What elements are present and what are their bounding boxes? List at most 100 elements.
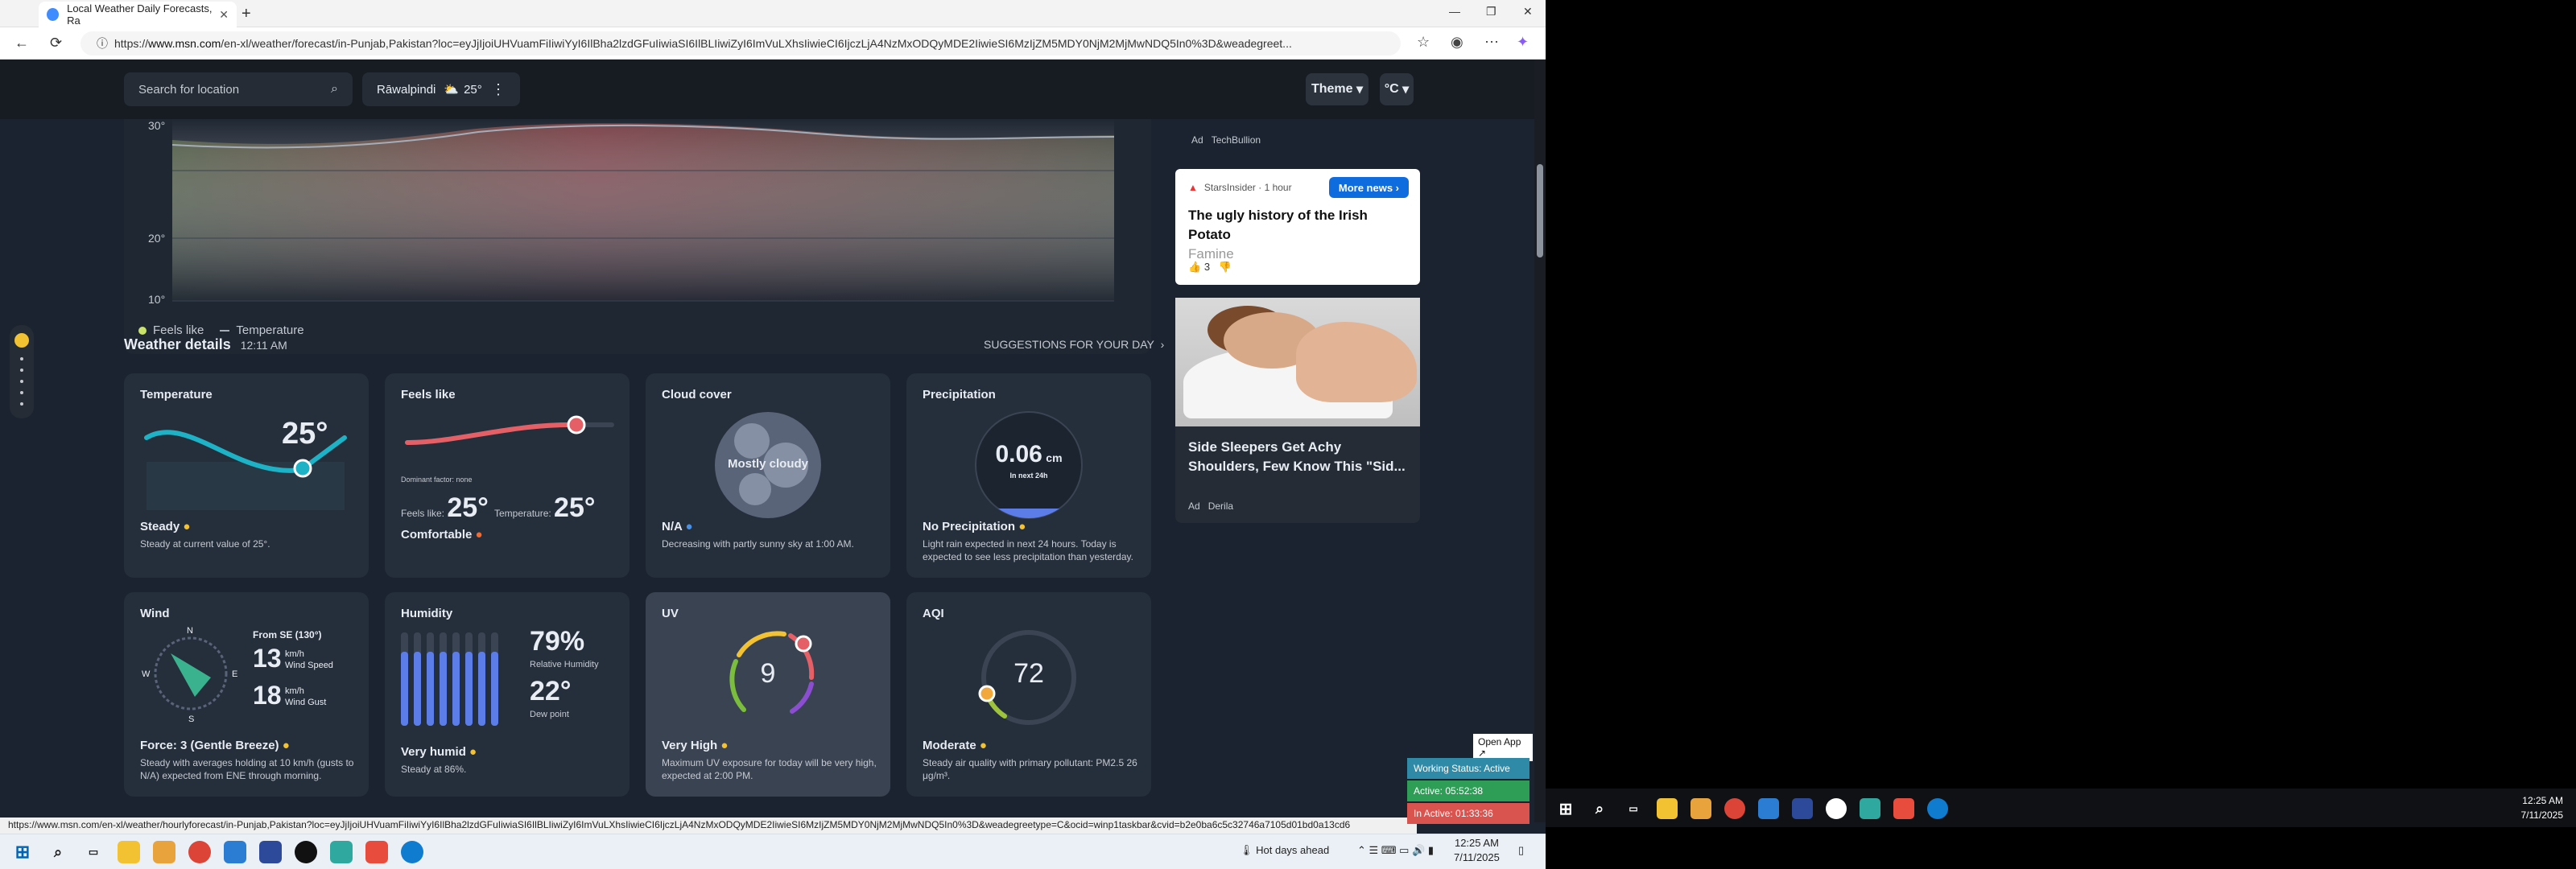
news-title[interactable]: The ugly history of the Irish Potato Fami… — [1188, 206, 1406, 264]
search-icon[interactable]: ⌕ — [1589, 798, 1610, 819]
main-monitor: Local Weather Daily Forecasts, Ra ✕ + — … — [0, 0, 1546, 869]
edge-dev-icon[interactable] — [330, 841, 353, 863]
news-reactions: 👍 3 👎 — [1188, 261, 1232, 274]
theme-button[interactable]: Theme ▾ — [1306, 73, 1368, 105]
store-icon[interactable] — [153, 841, 175, 863]
chart-plot — [171, 119, 1115, 302]
search-input[interactable]: Search for location ⌕ — [124, 72, 353, 106]
precipitation-card[interactable]: Precipitation 0.06 cm In next 24h No Pre… — [906, 373, 1151, 578]
vscode-icon[interactable] — [224, 841, 246, 863]
zoom-icon[interactable] — [1792, 798, 1813, 819]
copilot-icon[interactable]: ✦ — [1517, 34, 1529, 51]
address-bar-area: ← ⟳ ⓘ https://www.msn.com/en-xl/weather/… — [0, 27, 1546, 60]
page-scrollbar[interactable] — [1534, 60, 1546, 822]
card-status: Force: 3 (Gentle Breeze) ● — [140, 739, 290, 752]
tray-icons[interactable]: ⌃ ☰ ⌨ ▭ 🔊 ▮ — [1357, 844, 1434, 857]
vscode-icon[interactable] — [1758, 798, 1779, 819]
ad-source-line[interactable]: Ad TechBullion — [1191, 134, 1261, 146]
back-icon[interactable]: ← — [14, 35, 29, 51]
rail-badge-icon[interactable] — [14, 333, 29, 348]
steady-icon: ● — [183, 520, 191, 533]
chrome-icon[interactable] — [188, 841, 211, 863]
weather-topbar: Search for location ⌕ Rāwalpindi ⛅ 25° ⋮… — [0, 60, 1534, 119]
thumbs-down-icon[interactable]: 👎 — [1219, 261, 1232, 273]
refresh-icon[interactable]: ⟳ — [50, 35, 62, 51]
more-menu-icon[interactable]: ⋯ — [1484, 34, 1499, 51]
start-windows-icon[interactable]: ⊞ — [11, 841, 34, 863]
dew-point-label: Dew point — [530, 710, 569, 719]
ad-title[interactable]: Side Sleepers Get Achy Shoulders, Few Kn… — [1188, 438, 1414, 476]
chrome-icon[interactable] — [1724, 798, 1745, 819]
uv-card[interactable]: UV 9 Very High ● Maximum UV exposure for… — [646, 592, 890, 797]
cloud-cover-card[interactable]: Cloud cover Mostly cloudy N/A ● Decreasi… — [646, 373, 890, 578]
card-title: Precipitation — [923, 388, 996, 402]
card-description: Steady with averages holding at 10 km/h … — [140, 757, 354, 781]
app-icon[interactable] — [1893, 798, 1914, 819]
maximize-icon[interactable]: ❐ — [1486, 5, 1496, 19]
card-status: Steady ● — [140, 520, 191, 533]
dominant-factor: Dominant factor: none — [401, 476, 473, 484]
temperature-card[interactable]: Temperature 25° Steady ● Steady at curre… — [124, 373, 369, 578]
favorite-star-icon[interactable]: ☆ — [1417, 34, 1430, 51]
edge-icon[interactable] — [1927, 798, 1948, 819]
zoom-icon[interactable] — [259, 841, 282, 863]
clock[interactable]: 12:25 AM 7/11/2025 — [2521, 793, 2564, 822]
unit-button[interactable]: °C ▾ — [1380, 73, 1414, 105]
temperature-legend-line — [220, 329, 230, 332]
edge-dev-icon[interactable] — [1860, 798, 1880, 819]
card-status: No Precipitation ● — [923, 520, 1026, 533]
card-status: Very High ● — [662, 739, 729, 752]
aqi-card[interactable]: AQI 72 Moderate ● Steady air quality wit… — [906, 592, 1151, 797]
site-info-icon[interactable]: ⓘ — [97, 35, 108, 51]
profile-icon[interactable]: ◉ — [1451, 34, 1463, 51]
legend-feels-like: Feels like — [153, 323, 204, 337]
task-view-icon[interactable]: ▭ — [82, 841, 105, 863]
ad-image[interactable] — [1175, 298, 1420, 426]
open-app-button[interactable]: Open App ↗ — [1473, 734, 1533, 761]
actual-temp-value: Temperature: 25° — [494, 492, 596, 523]
working-status: Working Status: Active — [1407, 758, 1530, 779]
starsinsider-logo-icon: ▲ — [1188, 182, 1198, 193]
new-tab-icon[interactable]: + — [242, 5, 251, 23]
search-icon[interactable]: ⌕ — [331, 82, 338, 97]
scrollbar-thumb[interactable] — [1537, 164, 1543, 257]
file-explorer-icon[interactable] — [1657, 798, 1678, 819]
start-windows-icon[interactable]: ⊞ — [1555, 798, 1576, 819]
inactive-time: In Active: 01:33:36 — [1407, 803, 1530, 824]
weather-widget[interactable]: 🌡 Hot days ahead — [1240, 844, 1329, 857]
humidity-value: 79% — [530, 626, 585, 657]
app-icon[interactable] — [365, 841, 388, 863]
feels-like-card[interactable]: Feels like Dominant factor: none Feels l… — [385, 373, 630, 578]
edge-icon[interactable] — [401, 841, 423, 863]
clock[interactable]: 12:25 AM 7/11/2025 — [1454, 836, 1500, 865]
minimize-icon[interactable]: — — [1449, 5, 1460, 18]
app-icon[interactable] — [295, 841, 317, 863]
notification-icon[interactable]: ▯ — [1518, 844, 1524, 857]
thumbs-up-icon[interactable]: 👍 — [1188, 261, 1201, 273]
ad-card[interactable]: Side Sleepers Get Achy Shoulders, Few Kn… — [1175, 426, 1420, 523]
side-rail[interactable] — [10, 325, 34, 418]
news-card[interactable]: ▲ StarsInsider · 1 hour More news › The u… — [1175, 169, 1420, 285]
app-icon[interactable] — [1826, 798, 1847, 819]
search-icon[interactable]: ⌕ — [47, 841, 69, 863]
tab-close-icon[interactable]: ✕ — [219, 8, 229, 22]
url-field[interactable]: ⓘ https://www.msn.com/en-xl/weather/fore… — [80, 31, 1401, 56]
close-window-icon[interactable]: ✕ — [1523, 5, 1533, 19]
store-icon[interactable] — [1690, 798, 1711, 819]
suggestions-link[interactable]: SUGGESTIONS FOR YOUR DAY › — [984, 338, 1164, 351]
aqi-value: 72 — [1013, 658, 1044, 689]
legend-temperature: Temperature — [236, 323, 304, 337]
location-pill[interactable]: Rāwalpindi ⛅ 25° ⋮ — [362, 72, 520, 106]
more-options-icon[interactable]: ⋮ — [491, 81, 506, 98]
humidity-card[interactable]: Humidity 79% Relative Humidity 22° Dew p… — [385, 592, 630, 797]
browser-tab[interactable]: Local Weather Daily Forecasts, Ra ✕ — [39, 2, 237, 27]
unit-label: °C — [1384, 82, 1399, 96]
humidity-bars — [401, 632, 498, 726]
more-news-button[interactable]: More news › — [1328, 177, 1409, 198]
msn-weather-page: Search for location ⌕ Rāwalpindi ⛅ 25° ⋮… — [0, 60, 1534, 822]
tab-title: Local Weather Daily Forecasts, Ra — [67, 2, 213, 27]
wind-card[interactable]: Wind N E S W From SE (130°) 13 km/h Wind … — [124, 592, 369, 797]
file-explorer-icon[interactable] — [118, 841, 140, 863]
decreasing-icon: ● — [685, 520, 693, 533]
task-view-icon[interactable]: ▭ — [1623, 798, 1644, 819]
